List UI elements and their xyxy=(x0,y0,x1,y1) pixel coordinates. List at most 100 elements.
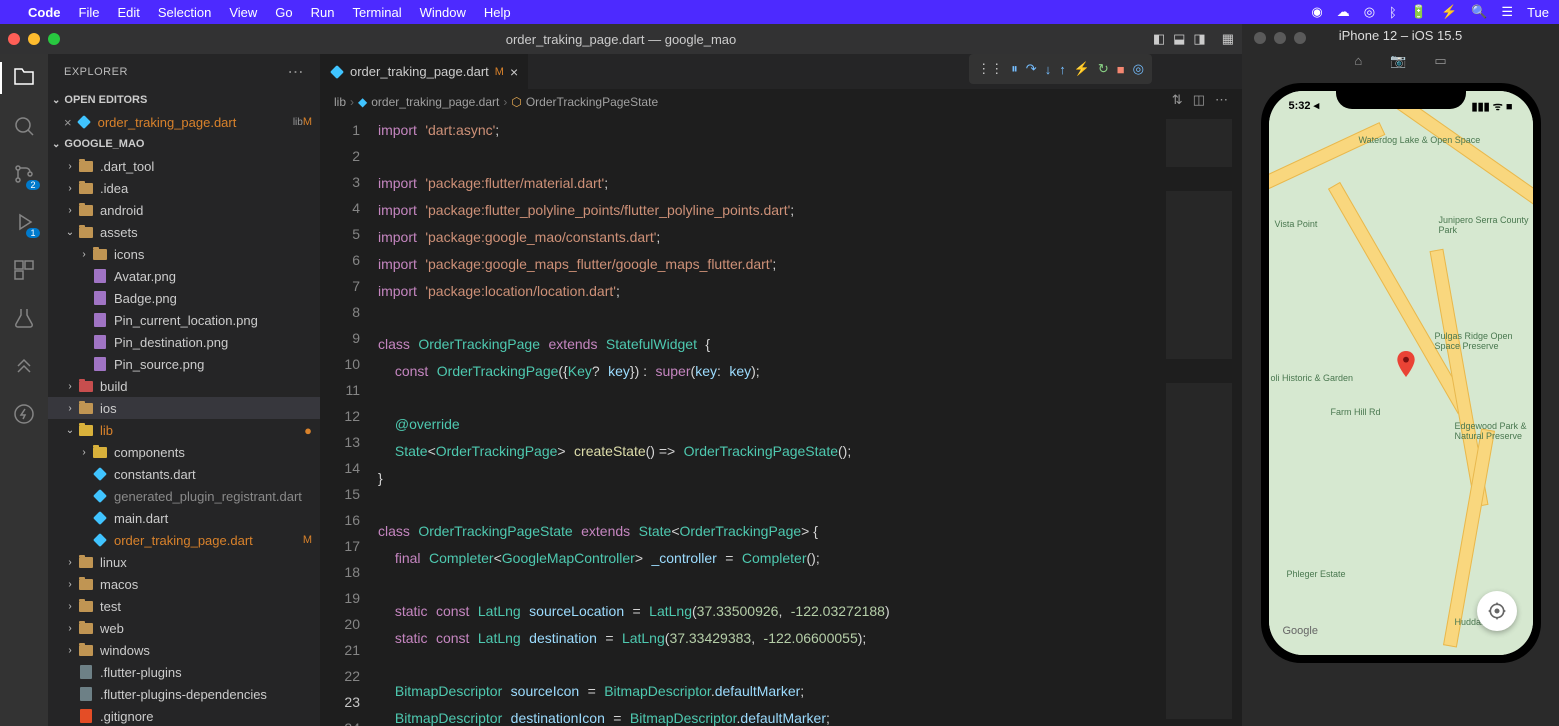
sim-maximize-button[interactable] xyxy=(1294,32,1306,44)
camera-icon[interactable]: ◎ xyxy=(1364,4,1375,20)
tree-item[interactable]: ›build xyxy=(48,375,320,397)
step-out-icon[interactable]: ↑ xyxy=(1059,62,1066,77)
sim-minimize-button[interactable] xyxy=(1274,32,1286,44)
tree-item[interactable]: ⌄assets xyxy=(48,221,320,243)
editor-tab[interactable]: order_traking_page.dart M × xyxy=(320,54,529,89)
tree-item[interactable]: ›ios xyxy=(48,397,320,419)
tree-item[interactable]: Pin_current_location.png xyxy=(48,309,320,331)
rotate-icon[interactable]: ▭ xyxy=(1434,53,1446,69)
search-icon[interactable]: 🔍 xyxy=(1471,4,1487,20)
menu-file[interactable]: File xyxy=(79,5,100,20)
tree-item[interactable]: .flutter-plugins xyxy=(48,661,320,683)
project-section[interactable]: ⌄GOOGLE_MAO xyxy=(48,133,320,155)
tree-item[interactable]: main.dart xyxy=(48,507,320,529)
tree-item[interactable]: Pin_source.png xyxy=(48,353,320,375)
close-tab-icon[interactable]: × xyxy=(510,64,518,80)
tree-item[interactable]: ›linux xyxy=(48,551,320,573)
open-editor-item[interactable]: × order_traking_page.dart lib M xyxy=(48,111,320,133)
file-icon xyxy=(78,623,94,634)
menu-run[interactable]: Run xyxy=(311,5,335,20)
menu-view[interactable]: View xyxy=(229,5,257,20)
minimap[interactable] xyxy=(1162,115,1242,726)
tree-item[interactable]: constants.dart xyxy=(48,463,320,485)
cloud-icon[interactable]: ☁ xyxy=(1337,4,1350,20)
tree-item[interactable]: .gitignore xyxy=(48,705,320,726)
explorer-more-icon[interactable]: ⋯ xyxy=(288,62,305,82)
run-debug-activity[interactable]: 1 xyxy=(10,208,38,236)
battery-icon[interactable]: 🔋 xyxy=(1411,4,1427,20)
extensions-activity[interactable] xyxy=(10,256,38,284)
file-icon xyxy=(78,665,94,679)
tree-item[interactable]: Badge.png xyxy=(48,287,320,309)
debug-toolbar[interactable]: ⋮⋮ ⏸ ↷ ↓ ↑ ⚡ ↻ ■ ◎ xyxy=(969,54,1152,84)
layout-bottom-icon[interactable]: ⬓ xyxy=(1173,31,1185,47)
tree-item[interactable]: ›android xyxy=(48,199,320,221)
tree-item[interactable]: ›components xyxy=(48,441,320,463)
menu-help[interactable]: Help xyxy=(484,5,511,20)
pause-icon[interactable]: ⏸ xyxy=(1011,61,1018,77)
code-editor[interactable]: 123456789101112131415161718192021222324 … xyxy=(320,115,1242,726)
file-icon xyxy=(78,645,94,656)
breadcrumb[interactable]: lib› ◆order_traking_page.dart› ⬡OrderTra… xyxy=(320,89,1242,115)
devtools-icon[interactable]: ◎ xyxy=(1133,61,1144,77)
bolt-activity[interactable] xyxy=(10,400,38,428)
step-over-icon[interactable]: ↷ xyxy=(1026,61,1037,77)
minimize-window-button[interactable] xyxy=(28,33,40,45)
tree-item[interactable]: order_traking_page.dartM xyxy=(48,529,320,551)
drag-handle-icon[interactable]: ⋮⋮ xyxy=(977,61,1003,77)
more-icon[interactable]: ⋯ xyxy=(1215,92,1228,108)
menu-code[interactable]: Code xyxy=(28,5,61,20)
locate-button[interactable] xyxy=(1477,591,1517,631)
tree-item[interactable]: ›.idea xyxy=(48,177,320,199)
record-icon[interactable]: ◉ xyxy=(1311,4,1322,20)
flutter-activity[interactable] xyxy=(10,352,38,380)
open-editors-section[interactable]: ⌄OPEN EDITORS xyxy=(48,89,320,111)
compare-icon[interactable]: ⇅ xyxy=(1172,92,1183,108)
restart-icon[interactable]: ↻ xyxy=(1098,61,1109,77)
tree-item[interactable]: ›icons xyxy=(48,243,320,265)
maximize-window-button[interactable] xyxy=(48,33,60,45)
tree-item[interactable]: generated_plugin_registrant.dart xyxy=(48,485,320,507)
wifi-icon[interactable]: ⚡ xyxy=(1441,4,1457,20)
tree-item[interactable]: Pin_destination.png xyxy=(48,331,320,353)
tree-item[interactable]: ›windows xyxy=(48,639,320,661)
layout-right-icon[interactable]: ◨ xyxy=(1193,31,1205,47)
search-activity[interactable] xyxy=(10,112,38,140)
file-icon xyxy=(92,357,108,371)
tree-item[interactable]: ›macos xyxy=(48,573,320,595)
home-icon[interactable]: ⌂ xyxy=(1354,53,1362,69)
explorer-sidebar: EXPLORER ⋯ ⌄OPEN EDITORS × order_traking… xyxy=(48,54,320,726)
tree-item[interactable]: ›test xyxy=(48,595,320,617)
menu-selection[interactable]: Selection xyxy=(158,5,211,20)
close-window-button[interactable] xyxy=(8,33,20,45)
layout-customize-icon[interactable]: ▦ xyxy=(1222,31,1234,47)
source-control-activity[interactable]: 2 xyxy=(10,160,38,188)
layout-left-icon[interactable]: ◧ xyxy=(1153,31,1165,47)
stop-icon[interactable]: ■ xyxy=(1117,62,1125,77)
menu-edit[interactable]: Edit xyxy=(117,5,139,20)
split-icon[interactable]: ◫ xyxy=(1193,92,1205,108)
file-icon xyxy=(78,381,94,392)
testing-activity[interactable] xyxy=(10,304,38,332)
control-center-icon[interactable]: ☰ xyxy=(1501,4,1513,20)
sim-close-button[interactable] xyxy=(1254,32,1266,44)
tree-item[interactable]: Avatar.png xyxy=(48,265,320,287)
tree-item[interactable]: .flutter-plugins-dependencies xyxy=(48,683,320,705)
phone-screen[interactable]: 5:32 ◂ ▮▮▮ ᯤ ■ Waterdog Lake & Open Spac… xyxy=(1269,91,1533,655)
menu-terminal[interactable]: Terminal xyxy=(353,5,402,20)
google-map[interactable]: Waterdog Lake & Open Space Vista Point J… xyxy=(1269,91,1533,655)
day-label: Tue xyxy=(1527,5,1549,20)
tree-item[interactable]: ›.dart_tool xyxy=(48,155,320,177)
hot-reload-icon[interactable]: ⚡ xyxy=(1074,61,1090,77)
dart-file-icon xyxy=(77,115,91,129)
tree-item[interactable]: ⌄lib● xyxy=(48,419,320,441)
menu-go[interactable]: Go xyxy=(275,5,292,20)
close-icon[interactable]: × xyxy=(64,115,72,130)
explorer-activity[interactable] xyxy=(10,64,38,92)
tree-item[interactable]: ›web xyxy=(48,617,320,639)
menu-window[interactable]: Window xyxy=(420,5,466,20)
map-label: Edgewood Park & Natural Preserve xyxy=(1455,421,1533,441)
step-into-icon[interactable]: ↓ xyxy=(1045,62,1052,77)
bluetooth-icon[interactable]: ᛒ xyxy=(1389,5,1397,20)
screenshot-icon[interactable]: 📷 xyxy=(1390,53,1406,69)
